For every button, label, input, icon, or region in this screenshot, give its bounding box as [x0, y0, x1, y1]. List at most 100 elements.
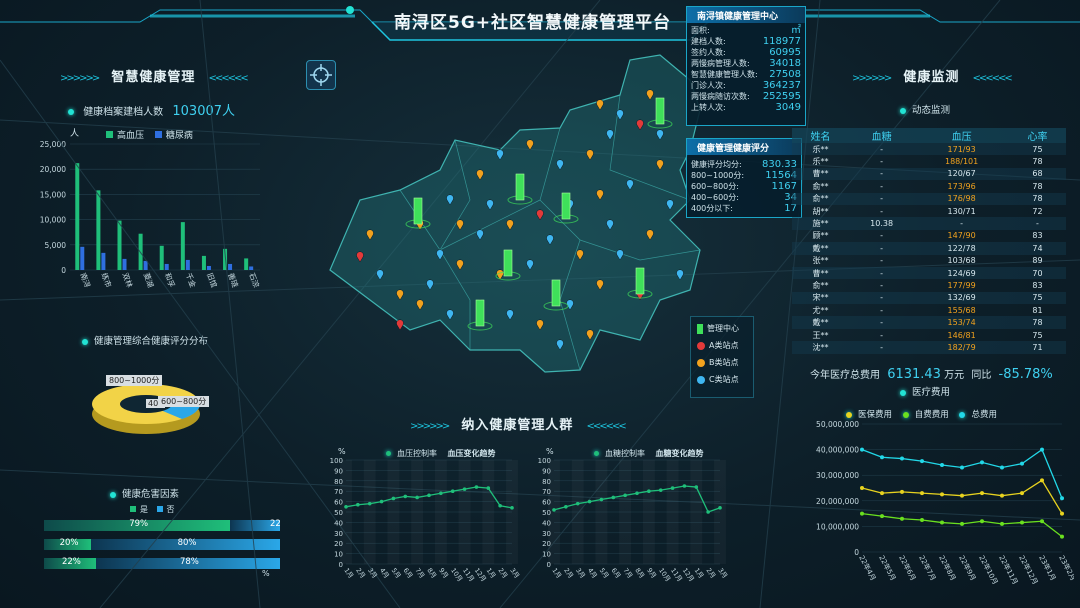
- table-row[interactable]: 尤** - 155/68 81: [792, 304, 1066, 316]
- data-point: [920, 518, 924, 522]
- column-band: [364, 460, 376, 564]
- map-legend: 管理中心 A类站点 B类站点 C类站点: [690, 316, 754, 398]
- management-center-icon[interactable]: [561, 192, 571, 220]
- data-point: [647, 489, 651, 493]
- center-stat-value: 3049: [775, 102, 801, 113]
- table-row[interactable]: 张** - 103/68 89: [792, 255, 1066, 267]
- population-header: >>>>>> 纳入健康管理人群 <<<<<<: [410, 418, 627, 433]
- table-row[interactable]: 乐** - 188/101 78: [792, 155, 1066, 167]
- data-point: [575, 501, 580, 506]
- table-cell: 10.38: [870, 219, 894, 229]
- table-row[interactable]: 顾** - 147/90 83: [792, 230, 1066, 242]
- center-stat-row: 上转人次: 3049: [687, 102, 805, 113]
- table-cell: 乐**: [812, 157, 829, 167]
- management-center-icon[interactable]: [551, 279, 561, 307]
- x-tick-label: 7月: [414, 567, 427, 580]
- column-band: [548, 460, 560, 564]
- table-cell: 78: [1032, 157, 1043, 167]
- table-cell: -: [880, 169, 884, 179]
- table-row[interactable]: 宋** - 132/69 75: [792, 291, 1066, 305]
- x-tick-label: 2月: [705, 567, 718, 580]
- table-cell: 曹**: [812, 268, 829, 278]
- pin-red-icon[interactable]: [396, 319, 404, 331]
- data-point: [920, 491, 924, 496]
- x-tick-label: 4月: [586, 567, 599, 580]
- x-tick-label: 2月: [562, 567, 575, 580]
- x-tick-label: 9月: [645, 567, 658, 580]
- table-cell: -: [880, 305, 884, 315]
- legend-b-site: B类站点: [697, 357, 753, 368]
- y-tick-label: 50,000,000: [816, 420, 859, 429]
- table-row[interactable]: 俞** - 176/98 78: [792, 192, 1066, 205]
- score-stat-key: 400分以下:: [691, 204, 733, 213]
- table-cell: -: [880, 256, 884, 266]
- x-tick-label: 12月: [681, 567, 696, 584]
- data-point: [611, 495, 616, 500]
- table-row[interactable]: 乐** - 171/93 75: [792, 143, 1066, 156]
- table-row[interactable]: 曹** - 120/67 68: [792, 167, 1066, 181]
- data-point: [1060, 511, 1064, 516]
- legend-dot-icon: [959, 411, 966, 418]
- locate-button[interactable]: [306, 60, 336, 90]
- legend-label: B类站点: [709, 358, 739, 367]
- center-stat-key: 上转人次:: [691, 103, 726, 112]
- data-point: [1060, 534, 1064, 539]
- table-row[interactable]: 戴** - 122/78 74: [792, 242, 1066, 255]
- data-point: [706, 510, 710, 514]
- column-band: [506, 460, 518, 564]
- x-tick-label: 3月: [508, 567, 520, 580]
- y-tick-label: 30,000,000: [816, 471, 859, 480]
- management-center-icon[interactable]: [515, 173, 525, 201]
- score-stat-row: 400分以下: 17: [687, 203, 801, 214]
- data-point: [462, 487, 467, 491]
- pin-orange-icon: [697, 358, 705, 367]
- table-cell: 胡**: [812, 206, 829, 216]
- management-center-icon[interactable]: [503, 249, 513, 277]
- table-cell: 132/69: [947, 293, 976, 303]
- center-stat-key: 门诊人次:: [691, 81, 726, 90]
- table-cell: 戴**: [812, 243, 829, 253]
- x-tick-label: 2月: [497, 567, 510, 580]
- column-band: [643, 460, 655, 564]
- table-row[interactable]: 王** - 146/81 75: [792, 329, 1066, 341]
- data-point: [1060, 496, 1064, 501]
- management-center-icon[interactable]: [475, 299, 485, 327]
- data-point: [474, 485, 479, 489]
- table-cell: -: [880, 280, 884, 290]
- monitor-table-wrap[interactable]: 姓名 血糖 血压 心率 乐** -171/93 75 乐** -188/101 78 曹**…: [792, 128, 1066, 356]
- column-band: [714, 460, 726, 564]
- table-row[interactable]: 俞** - 173/96 78: [792, 180, 1066, 192]
- score-stat-row: 400~600分: 34: [687, 192, 801, 203]
- bullet-icon: [900, 107, 906, 114]
- cost-label: 今年医疗总费用: [810, 370, 880, 381]
- table-cell: 147/90: [947, 231, 976, 241]
- table-cell: 曹**: [812, 169, 829, 179]
- center-stat-value: 60995: [769, 47, 801, 58]
- management-center-icon[interactable]: [635, 267, 645, 295]
- table-row[interactable]: 胡** - 130/71 72: [792, 205, 1066, 217]
- data-point: [880, 491, 884, 496]
- table-cell: 俞**: [812, 280, 829, 290]
- x-tick-label: 22年7月: [917, 554, 938, 582]
- center-stat-value: 118977: [762, 36, 801, 47]
- table-row[interactable]: 施** 10.38 - -: [792, 217, 1066, 230]
- column-band: [572, 460, 584, 564]
- table-cell: 83: [1032, 280, 1043, 290]
- management-center-icon[interactable]: [655, 97, 665, 125]
- table-row[interactable]: 戴** - 153/74 78: [792, 316, 1066, 329]
- data-point: [658, 488, 663, 492]
- table-row[interactable]: 曹** - 124/69 70: [792, 266, 1066, 280]
- col-name: 姓名: [810, 132, 831, 143]
- x-tick-label: 22年5月: [877, 554, 898, 582]
- score-stat-row: 800~1000分: 11564: [687, 170, 801, 181]
- med-header: 医疗费用: [900, 384, 950, 398]
- table-row[interactable]: 俞** - 177/99 83: [792, 279, 1066, 291]
- med-cost-chart: 0 10,000,000 20,000,000 30,000,000 40,000,00…: [816, 420, 1074, 586]
- x-tick-label: 11月: [461, 567, 476, 584]
- x-tick-label: 5月: [598, 567, 611, 580]
- data-point: [403, 494, 408, 499]
- management-center-icon[interactable]: [413, 197, 423, 225]
- data-point: [599, 497, 604, 502]
- score-popup-title: 健康管理健康评分: [687, 139, 801, 155]
- table-row[interactable]: 沈** - 182/79 71: [792, 341, 1066, 354]
